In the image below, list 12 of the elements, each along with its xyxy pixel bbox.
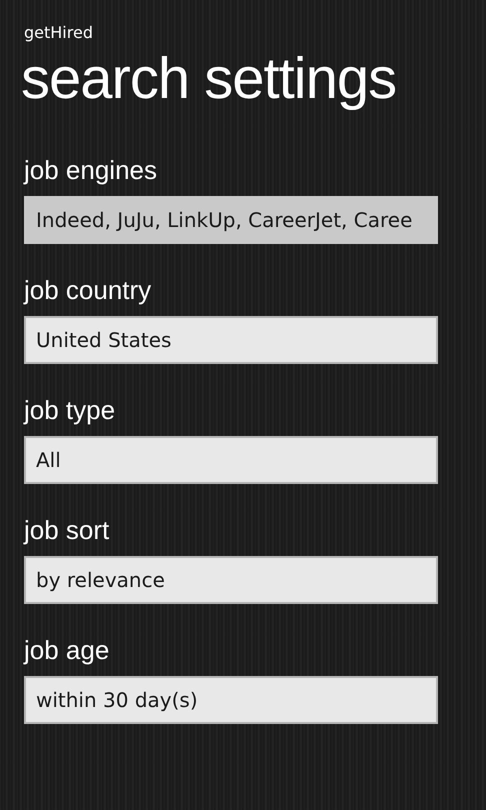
picker-field[interactable]: by relevance	[24, 556, 438, 604]
setting-label: job country	[24, 274, 152, 306]
setting-label: job sort	[24, 514, 110, 546]
picker-field[interactable]: Indeed, JuJu, LinkUp, CareerJet, Caree	[24, 196, 438, 244]
setting-label: job engines	[24, 154, 158, 186]
picker-field[interactable]: All	[24, 436, 438, 484]
picker-field[interactable]: within 30 day(s)	[24, 676, 438, 724]
setting-label: job age	[24, 634, 110, 666]
app-title: getHired	[24, 22, 94, 44]
setting-label: job type	[24, 394, 116, 426]
page-title: search settings	[21, 45, 398, 113]
picker-field[interactable]: United States	[24, 316, 438, 364]
